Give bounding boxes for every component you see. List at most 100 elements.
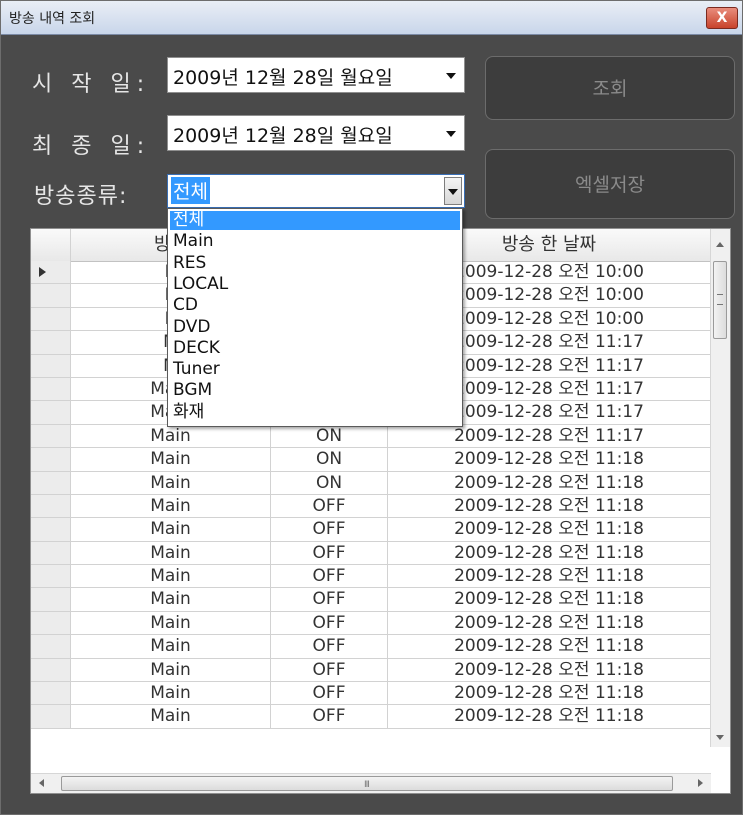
cell-date: 2009-12-28 오전 11:18	[388, 611, 711, 636]
broadcast-kind-value: 전체	[171, 177, 210, 204]
table-row[interactable]: Main OFF 2009-12-28 오전 11:18	[31, 518, 711, 542]
dropdown-toggle-button[interactable]	[444, 177, 462, 205]
cell-source: Main	[71, 658, 271, 683]
row-header	[31, 401, 71, 425]
row-header	[31, 448, 71, 472]
dropdown-option[interactable]: Main	[170, 232, 460, 251]
dropdown-option[interactable]: DVD	[170, 317, 460, 337]
cell-date: 2009-12-28 오전 11:18	[388, 588, 711, 612]
cell-date: 2009-12-28 오전 11:18	[388, 682, 711, 706]
table-row[interactable]: Main OFF 2009-12-28 오전 11:18	[31, 565, 711, 589]
broadcast-kind-dropdown-list[interactable]: 전체 Main RES LOCAL CD DVD DECK Tuner BGM 화재	[167, 208, 463, 427]
chevron-down-icon	[446, 131, 456, 137]
cell-state: OFF	[271, 611, 388, 636]
cell-state: OFF	[271, 658, 388, 683]
start-date-picker[interactable]: 2009년 12월 28일 월요일	[167, 57, 465, 93]
table-row[interactable]: Main OFF 2009-12-28 오전 11:18	[31, 588, 711, 612]
dropdown-option[interactable]: 전체	[170, 211, 460, 230]
row-header	[31, 331, 71, 355]
cell-state: OFF	[271, 565, 388, 589]
table-row[interactable]: Main ON 2009-12-28 오전 11:18	[31, 448, 711, 472]
cell-date: 2009-12-28 오전 11:18	[388, 705, 711, 729]
table-row[interactable]: Main ON 2009-12-28 오전 11:18	[31, 471, 711, 495]
vertical-scrollbar[interactable]	[710, 229, 730, 747]
broadcast-history-window: 방송 내역 조회 X 시 작 일: 최 종 일: 방송종류: 2009년 12월…	[0, 0, 743, 815]
row-header	[31, 424, 71, 449]
end-date-label: 최 종 일:	[32, 134, 151, 159]
row-header	[31, 635, 71, 659]
scroll-right-icon[interactable]	[698, 779, 703, 787]
row-header	[31, 658, 71, 683]
cell-state: ON	[271, 424, 388, 449]
scroll-left-icon[interactable]	[39, 779, 44, 787]
cell-source: Main	[71, 682, 271, 706]
horizontal-scroll-thumb[interactable]: III	[61, 776, 673, 791]
cell-source: Main	[71, 565, 271, 589]
dropdown-option[interactable]: RES	[170, 253, 460, 273]
row-header	[31, 541, 71, 566]
cell-date: 2009-12-28 오전 11:18	[388, 565, 711, 589]
row-header	[31, 565, 71, 589]
cell-date: 2009-12-28 오전 11:17	[388, 424, 711, 449]
window-title: 방송 내역 조회	[9, 11, 96, 27]
cell-date: 2009-12-28 오전 11:18	[388, 635, 711, 659]
query-button[interactable]: 조회	[485, 56, 735, 120]
cell-source: Main	[71, 588, 271, 612]
cell-state: ON	[271, 448, 388, 472]
scroll-down-icon[interactable]	[716, 735, 724, 740]
dropdown-option[interactable]: CD	[170, 296, 460, 315]
vertical-scroll-thumb[interactable]	[713, 261, 727, 339]
table-row[interactable]: Main OFF 2009-12-28 오전 11:18	[31, 705, 711, 729]
row-header	[31, 354, 71, 378]
cell-source: Main	[71, 518, 271, 542]
dropdown-option[interactable]: Tuner	[170, 360, 460, 379]
cell-state: OFF	[271, 518, 388, 542]
row-header	[31, 518, 71, 542]
grip-icon	[717, 294, 723, 305]
table-row[interactable]: Main OFF 2009-12-28 오전 11:18	[31, 682, 711, 706]
cell-source: Main	[71, 611, 271, 636]
cell-state: OFF	[271, 541, 388, 566]
end-date-picker[interactable]: 2009년 12월 28일 월요일	[167, 115, 465, 151]
dropdown-option[interactable]: 화재	[170, 402, 460, 422]
row-header	[31, 611, 71, 636]
start-date-value: 2009년 12월 28일 월요일	[173, 67, 393, 89]
current-row-icon	[39, 267, 46, 277]
cell-source: Main	[71, 635, 271, 659]
cell-source: Main	[71, 448, 271, 472]
grip-icon: III	[364, 780, 370, 790]
table-row[interactable]: Main OFF 2009-12-28 오전 11:18	[31, 611, 711, 636]
row-header-corner	[31, 229, 71, 261]
row-header	[31, 682, 71, 706]
dropdown-option[interactable]: LOCAL	[170, 274, 460, 294]
row-header	[31, 494, 71, 519]
table-row[interactable]: MainON2009-12-28 오전 11:17	[31, 424, 711, 449]
table-row[interactable]: Main OFF 2009-12-28 오전 11:18	[31, 541, 711, 566]
close-button[interactable]: X	[706, 7, 738, 29]
cell-date: 2009-12-28 오전 11:18	[388, 494, 711, 519]
cell-source: Main	[71, 471, 271, 495]
scroll-up-icon[interactable]	[716, 242, 724, 247]
cell-date: 2009-12-28 오전 11:18	[388, 518, 711, 542]
table-row[interactable]: Main OFF 2009-12-28 오전 11:18	[31, 635, 711, 659]
chevron-down-icon	[448, 189, 458, 195]
table-row[interactable]: Main OFF 2009-12-28 오전 11:18	[31, 658, 711, 683]
cell-date: 2009-12-28 오전 11:18	[388, 658, 711, 683]
dropdown-option[interactable]: BGM	[170, 381, 460, 400]
horizontal-scrollbar[interactable]: III	[31, 773, 711, 793]
chevron-down-icon	[446, 73, 456, 79]
title-bar[interactable]: 방송 내역 조회 X	[1, 1, 742, 35]
end-date-value: 2009년 12월 28일 월요일	[173, 125, 393, 147]
row-header	[31, 307, 71, 332]
broadcast-kind-select[interactable]: 전체	[167, 174, 465, 208]
row-header	[31, 588, 71, 612]
cell-date: 2009-12-28 오전 11:18	[388, 448, 711, 472]
cell-state: OFF	[271, 705, 388, 729]
cell-source: Main	[71, 705, 271, 729]
cell-state: OFF	[271, 588, 388, 612]
excel-export-button[interactable]: 엑셀저장	[485, 149, 735, 219]
cell-state: ON	[271, 471, 388, 495]
dropdown-option[interactable]: DECK	[170, 338, 460, 358]
row-header	[31, 377, 71, 402]
table-row[interactable]: Main OFF 2009-12-28 오전 11:18	[31, 494, 711, 519]
